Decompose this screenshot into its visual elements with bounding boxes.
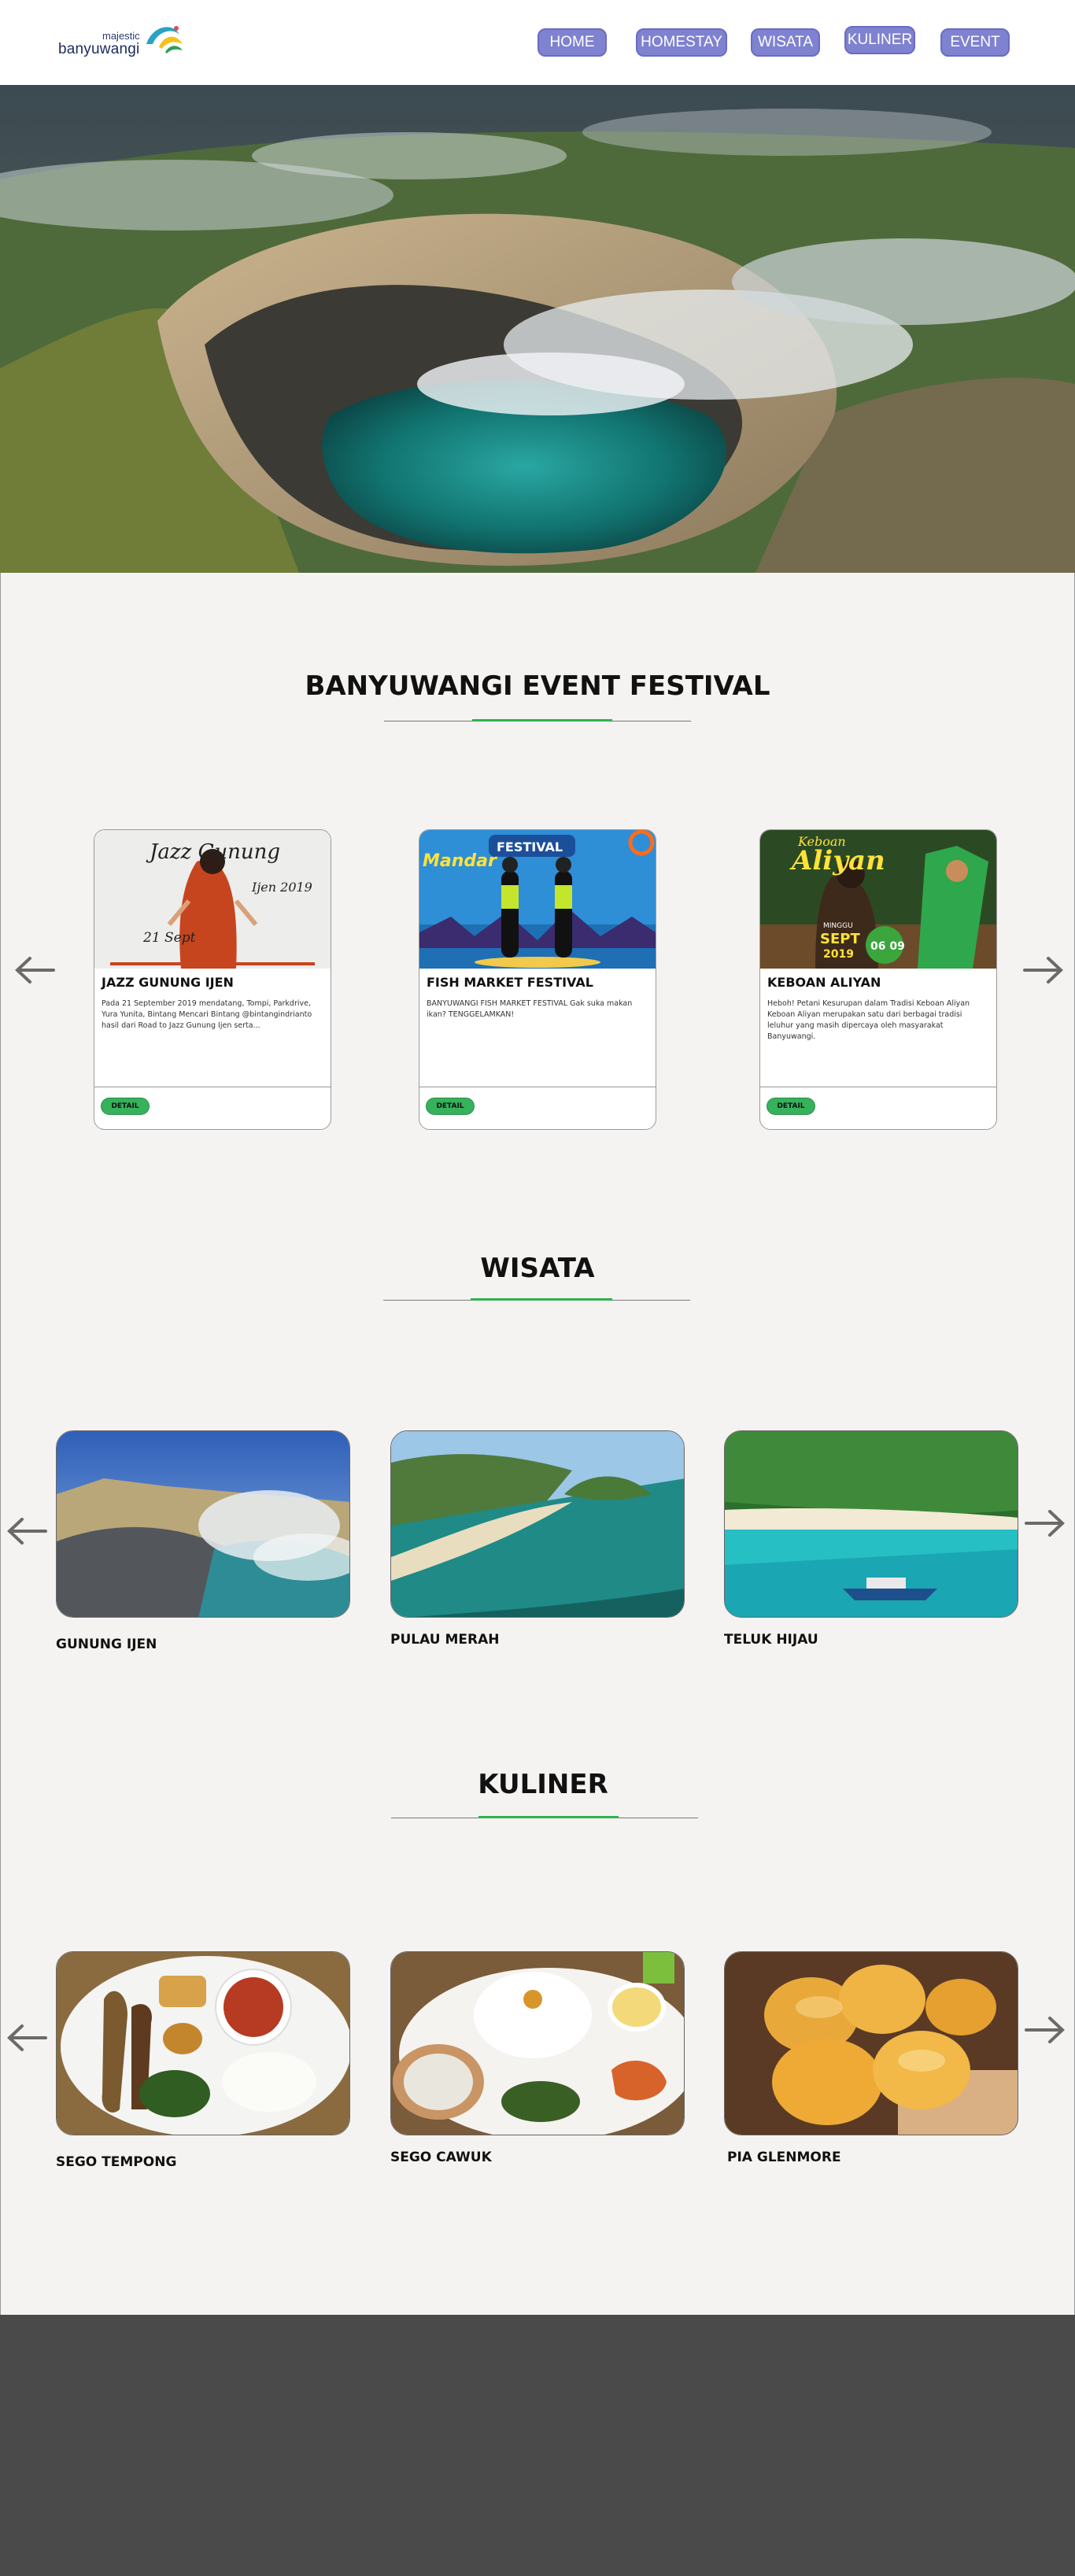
wisata-title-accent [471,1298,612,1301]
site-footer [0,2315,1075,2576]
pia-glenmore-photo [725,1952,1018,2135]
event-card-keboan-aliyan[interactable]: Keboan Aliyan MINGGU SEPT 2019 06 09 KEB… [759,829,997,1130]
wisata-arrow-right-icon[interactable] [1025,1509,1066,1537]
event3-img-year: 2019 [823,948,854,961]
kuliner-arrow-right-icon[interactable] [1025,2016,1066,2044]
event-detail-button[interactable]: DETAIL [101,1098,150,1115]
logo-wordmark: banyuwangi [58,41,140,57]
wisata-card-pulau-merah[interactable] [390,1430,685,1618]
event1-img-year: Ijen 2019 [251,880,312,895]
event-description: Heboh! Petani Kesurupan dalam Tradisi Ke… [767,999,970,1041]
kuliner-section-title: KULINER [478,1769,608,1800]
event3-img-day: MINGGU [823,922,853,930]
pulau-merah-photo [391,1431,684,1617]
hero-crater-image [0,85,1075,573]
event-title: FISH MARKET FESTIVAL [427,975,593,990]
events-title-accent [472,719,612,722]
kuliner-card-sego-tempong[interactable] [56,1951,350,2135]
event-image-keboan-aliyan: Keboan Aliyan MINGGU SEPT 2019 06 09 [760,830,996,969]
kuliner-title-accent [478,1816,619,1818]
event2-img-brand: Mandar [423,851,497,871]
kuliner-card-pia-glenmore[interactable] [724,1951,1018,2135]
event-title: KEBOAN ALIYAN [767,975,881,990]
event3-img-month: SEPT [820,931,860,947]
sego-tempong-photo [57,1952,349,2135]
event1-img-date: 21 Sept [142,930,196,946]
hero-banner [0,85,1075,573]
event-description: BANYUWANGI FISH MARKET FESTIVAL Gak suka… [427,999,633,1019]
event-title: JAZZ GUNUNG IJEN [102,975,234,990]
wisata-card-gunung-ijen[interactable] [56,1430,350,1618]
event-detail-button[interactable]: DETAIL [426,1098,475,1115]
event1-img-script: Jazz Gunung [146,840,280,864]
event-card-jazz-gunung-ijen[interactable]: Jazz Gunung Ijen 2019 21 Sept JAZZ GUNUN… [94,829,331,1130]
event2-img-banner: FESTIVAL [497,840,563,854]
events-arrow-right-icon[interactable] [1023,956,1064,984]
gunung-ijen-photo [57,1431,349,1617]
nav-homestay-button[interactable]: HOMESTAY [636,28,727,57]
event3-img-dates: 06 09 [870,940,905,953]
event3-img-main: Aliyan [789,845,885,877]
kuliner-label: SEGO CAWUK [390,2150,492,2165]
wisata-arrow-left-icon[interactable] [6,1517,47,1545]
nav-wisata-button[interactable]: WISATA [751,28,820,57]
kuliner-card-sego-cawuk[interactable] [390,1951,685,2135]
kuliner-label: SEGO TEMPONG [56,2154,177,2170]
site-header: majestic banyuwangi HOME HOMESTAY WISATA… [0,0,1075,85]
wisata-label: TELUK HIJAU [724,1632,818,1648]
kuliner-arrow-left-icon[interactable] [6,2024,47,2052]
event-image-jazz-gunung-ijen: Jazz Gunung Ijen 2019 21 Sept [94,830,331,969]
events-section-title: BANYUWANGI EVENT FESTIVAL [305,670,770,702]
event-image-fish-market-festival: FESTIVAL Mandar [419,830,656,969]
events-arrow-left-icon[interactable] [14,956,55,984]
site-logo[interactable]: majestic banyuwangi [57,20,183,61]
event-card-fish-market-festival[interactable]: FESTIVAL Mandar FISH MARKET FESTIVAL BAN… [419,829,656,1130]
nav-home-button[interactable]: HOME [538,28,607,57]
kuliner-label: PIA GLENMORE [727,2150,841,2165]
event-detail-button[interactable]: DETAIL [767,1098,815,1115]
sego-cawuk-photo [391,1952,684,2135]
event-description: Pada 21 September 2019 mendatang, Tompi,… [102,999,312,1030]
wisata-card-teluk-hijau[interactable] [724,1430,1018,1618]
logo-tagline: majestic [102,30,140,42]
nav-event-button[interactable]: EVENT [940,28,1010,57]
wisata-label: GUNUNG IJEN [56,1637,157,1652]
logo-swirl-icon [146,26,183,54]
teluk-hijau-photo [725,1431,1018,1617]
wisata-label: PULAU MERAH [390,1632,500,1648]
wisata-section-title: WISATA [480,1253,595,1284]
nav-kuliner-button[interactable]: KULINER [844,26,915,54]
